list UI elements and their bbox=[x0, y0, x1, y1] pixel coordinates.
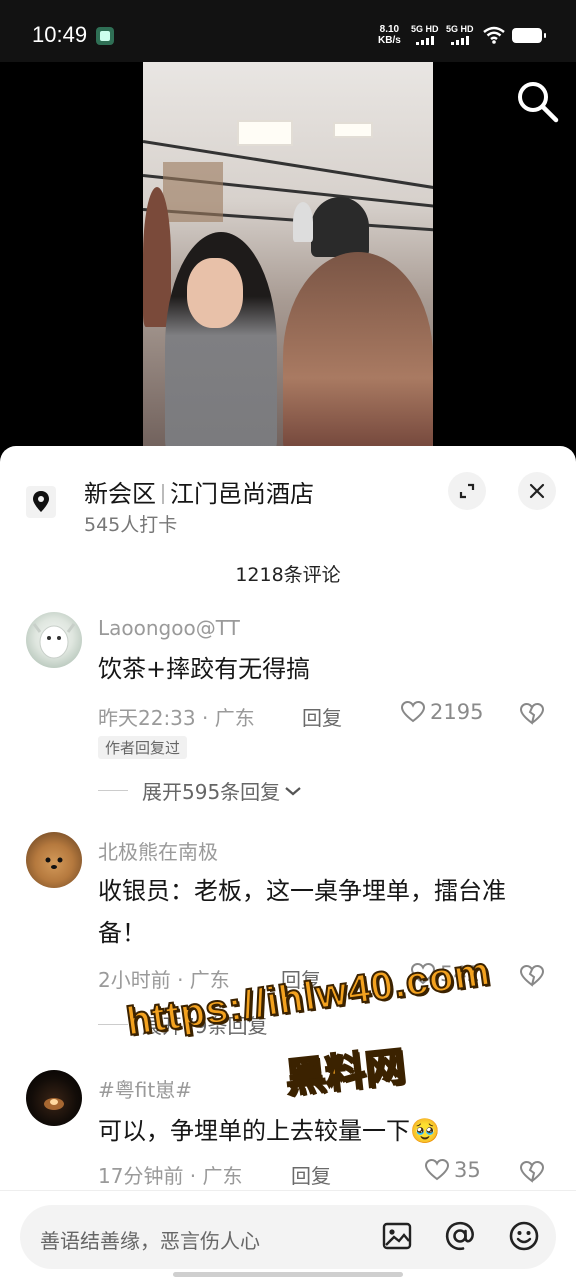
checkin-count: 545人打卡 bbox=[84, 514, 178, 536]
battery-icon bbox=[512, 28, 546, 43]
reply-button[interactable]: 回复 bbox=[302, 702, 342, 731]
broken-heart-icon[interactable] bbox=[519, 1160, 545, 1184]
ceiling-light bbox=[333, 122, 373, 138]
comment-username[interactable]: 北极熊在南极 bbox=[98, 836, 218, 865]
close-button[interactable] bbox=[518, 472, 556, 510]
comments-count: 1218条评论 bbox=[235, 564, 341, 586]
location-district: 新会区 bbox=[84, 480, 156, 508]
minimize-icon bbox=[459, 483, 475, 499]
sim1-signal-icon bbox=[416, 36, 434, 45]
avatar[interactable] bbox=[26, 612, 82, 668]
comment-text: 饮茶+摔跤有无得搞 bbox=[98, 655, 311, 683]
expand-replies-label: 展开595条回复 bbox=[142, 780, 281, 804]
person-foreground-hair bbox=[283, 252, 433, 460]
home-indicator[interactable] bbox=[173, 1272, 403, 1277]
like-count: 35 bbox=[454, 1158, 481, 1182]
comment-input[interactable]: 善语结善缘，恶言伤人心 bbox=[20, 1205, 556, 1269]
comment-text: 收银员：老板，这一桌争埋单，擂台准备！ bbox=[98, 877, 506, 947]
menu-board bbox=[163, 162, 223, 222]
reply-button[interactable]: 回复 bbox=[291, 1160, 331, 1189]
comment-input-bar: 善语结善缘，恶言伤人心 bbox=[0, 1190, 576, 1280]
emoji-icon[interactable] bbox=[507, 1219, 541, 1253]
expand-replies-button[interactable]: 展开595条回复 bbox=[98, 776, 302, 805]
divider bbox=[162, 484, 164, 504]
comment-sheet: 新会区 江门邑尚酒店 545人打卡 1218条评论 Laoongoo@TT 饮茶+… bbox=[0, 446, 576, 1280]
sim2-label: 5G HD bbox=[446, 24, 474, 34]
heart-icon bbox=[424, 1158, 450, 1181]
divider bbox=[98, 1024, 128, 1025]
network-speed-unit: KB/s bbox=[378, 35, 401, 46]
video-player[interactable] bbox=[0, 62, 576, 460]
network-speed: 8.10 KB/s bbox=[378, 24, 401, 46]
status-time: 10:49 bbox=[32, 22, 88, 47]
close-icon bbox=[529, 483, 545, 499]
comment-input-placeholder: 善语结善缘，恶言伤人心 bbox=[40, 1229, 260, 1253]
person-black-shirt bbox=[311, 197, 369, 257]
avatar[interactable] bbox=[26, 1070, 82, 1126]
heart-icon bbox=[400, 700, 426, 723]
status-bar: 10:49 8.10 KB/s 5G HD 5G HD bbox=[0, 0, 576, 62]
broken-heart-icon[interactable] bbox=[519, 702, 545, 726]
sim1-label: 5G HD bbox=[411, 24, 439, 34]
comment-meta: 昨天22:33 · 广东 bbox=[98, 706, 255, 730]
network-speed-value: 8.10 bbox=[379, 24, 400, 35]
location-title[interactable]: 新会区 江门邑尚酒店 bbox=[84, 474, 314, 509]
wifi-icon bbox=[483, 26, 505, 44]
search-icon[interactable] bbox=[514, 78, 560, 124]
comment-meta: 17分钟前 · 广东 bbox=[98, 1164, 243, 1188]
broken-heart-icon[interactable] bbox=[519, 964, 545, 988]
referee bbox=[293, 202, 313, 242]
like-button[interactable]: 35 bbox=[424, 1158, 481, 1182]
woman-face bbox=[187, 258, 243, 328]
minimize-button[interactable] bbox=[448, 472, 486, 510]
avatar[interactable] bbox=[26, 832, 82, 888]
chevron-down-icon bbox=[285, 786, 301, 795]
comment-text: 可以，争埋单的上去较量一下🥹 bbox=[98, 1117, 440, 1145]
comment-username[interactable]: Laoongoo@TT bbox=[98, 616, 240, 640]
sim2-signal-icon bbox=[451, 36, 469, 45]
person-left-edge bbox=[143, 187, 171, 327]
at-icon[interactable] bbox=[443, 1219, 477, 1253]
location-pin-icon[interactable] bbox=[26, 486, 56, 518]
app-notification-icon bbox=[96, 27, 114, 45]
like-count: 2195 bbox=[430, 700, 484, 724]
divider bbox=[98, 790, 128, 791]
location-venue: 江门邑尚酒店 bbox=[170, 480, 314, 508]
comment-username[interactable]: #粤fit崽# bbox=[98, 1074, 192, 1103]
author-replied-badge: 作者回复过 bbox=[98, 736, 188, 759]
ceiling-light bbox=[237, 120, 293, 146]
like-button[interactable]: 2195 bbox=[400, 700, 483, 724]
video-frame bbox=[143, 62, 433, 460]
image-icon[interactable] bbox=[380, 1219, 414, 1253]
